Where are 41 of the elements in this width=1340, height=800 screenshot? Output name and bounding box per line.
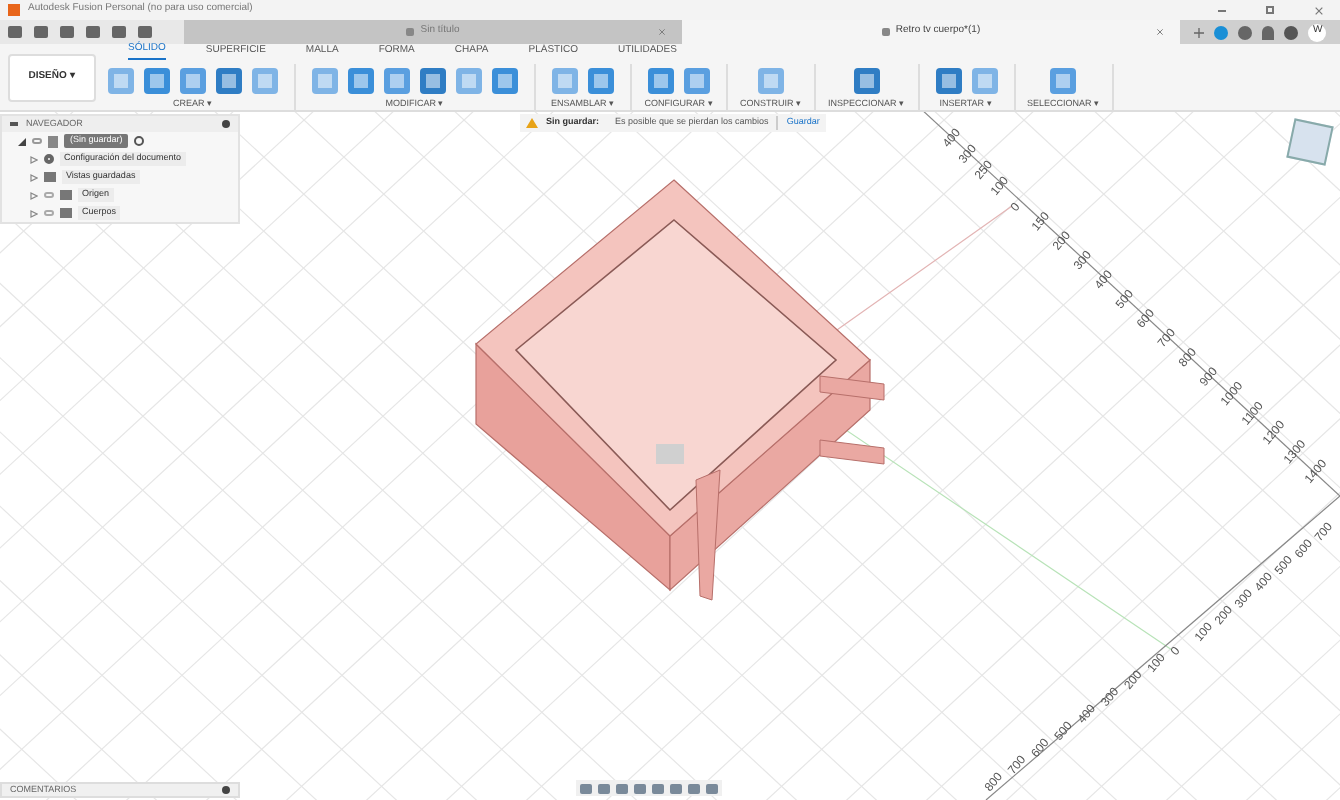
tool-icon[interactable] [452, 63, 486, 98]
new-tab-icon[interactable] [1193, 27, 1204, 37]
pin-icon[interactable] [222, 120, 230, 128]
tool-icon[interactable] [140, 63, 174, 98]
app-logo-icon [8, 4, 20, 16]
radio-icon[interactable] [134, 136, 145, 146]
view-cube[interactable] [1286, 118, 1334, 166]
tool-icon[interactable] [176, 63, 210, 98]
expand-toggle-icon[interactable] [30, 173, 38, 181]
pin-icon[interactable] [222, 786, 230, 794]
restore-icon[interactable] [1266, 6, 1274, 14]
tool-icon[interactable] [967, 63, 1002, 98]
tool-icon[interactable] [644, 63, 678, 98]
expand-toggle-icon[interactable] [30, 191, 38, 199]
tool-icon[interactable] [248, 63, 282, 98]
close-tab-icon[interactable] [658, 28, 666, 36]
tool-icon[interactable] [104, 63, 138, 98]
eye-icon[interactable] [44, 210, 54, 216]
eye-icon[interactable] [32, 138, 42, 144]
expand-toggle-icon[interactable] [18, 137, 26, 145]
tool-icon[interactable] [1046, 63, 1081, 98]
tool-icon[interactable] [488, 63, 522, 98]
close-icon[interactable] [1314, 5, 1324, 15]
tool-icon[interactable] [584, 63, 618, 98]
tool-icon[interactable] [308, 63, 342, 98]
expand-toggle-icon[interactable] [30, 155, 38, 163]
tool-icon[interactable] [380, 63, 414, 98]
close-tab-icon[interactable] [1156, 28, 1164, 36]
tool-icon[interactable] [754, 63, 788, 98]
tool-icon[interactable] [680, 63, 714, 98]
tool-icon[interactable] [212, 63, 246, 98]
tool-icon[interactable] [416, 63, 450, 98]
tool-icon[interactable] [849, 63, 884, 98]
tool-icon[interactable] [931, 63, 966, 98]
document-icon [48, 135, 58, 147]
eye-icon[interactable] [44, 192, 54, 198]
minimize-icon[interactable] [1218, 9, 1226, 11]
expand-toggle-icon[interactable] [30, 209, 38, 217]
warning-icon [526, 118, 538, 128]
tool-icon[interactable] [548, 63, 582, 98]
tool-icon[interactable] [344, 63, 378, 98]
